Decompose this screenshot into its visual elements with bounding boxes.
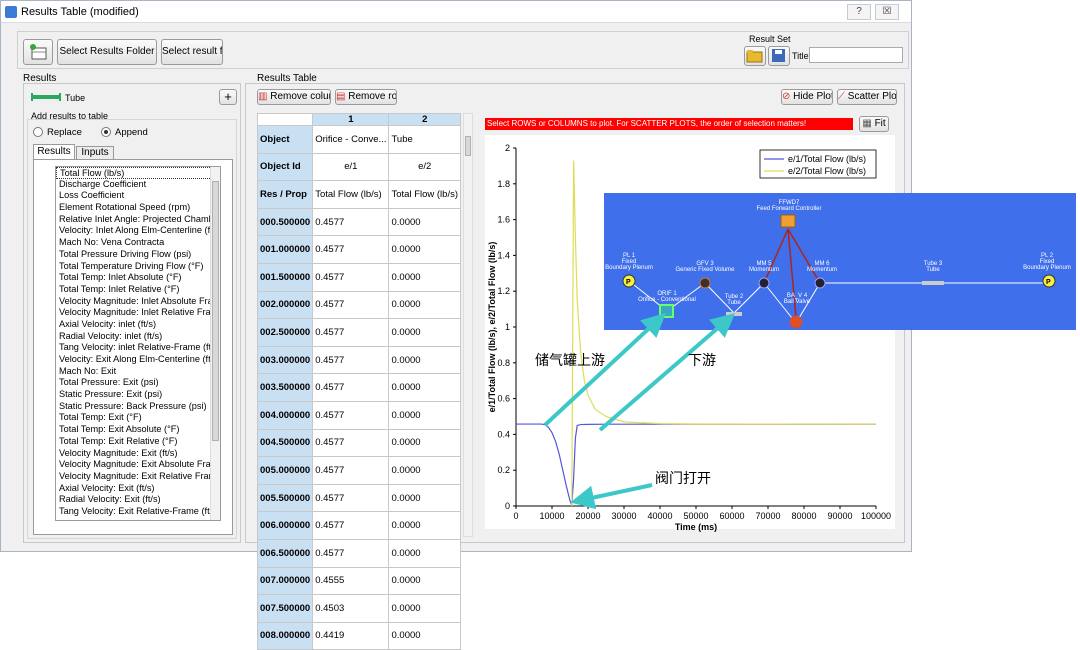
ball-valve-node[interactable] [789, 315, 803, 329]
y-tick-label: 0 [505, 501, 510, 511]
tube3-type: Tube [926, 267, 940, 273]
mm5-type: Momentum [748, 267, 779, 273]
orif-node[interactable] [659, 304, 674, 318]
ffwd-type: Feed Forward Controller [756, 206, 822, 212]
bv-type: Ball Valve [783, 299, 811, 305]
pl2-type: Boundary Plenum [1023, 265, 1071, 271]
annotation-downstream: 下游 [688, 353, 716, 369]
x-tick-label: 80000 [791, 511, 816, 521]
mm5-node[interactable] [758, 277, 770, 289]
pl1-p-glyph: P [626, 279, 631, 286]
model-diagram-overlay: P P FFWD7 Feed Forward Controller PL 1 Fix… [604, 193, 1076, 330]
orif-label: ORIF 1 Orifice - Conventional [632, 291, 702, 303]
x-tick-label: 100000 [861, 511, 891, 521]
y-axis-label: e/1/Total Flow (lb/s), e/2/Total Flow (l… [487, 242, 497, 413]
series-line-1 [516, 423, 876, 506]
annotation-valve-open: 阀门打开 [655, 471, 711, 487]
ball-valve-label: BA_V 4 Ball Valve [774, 293, 820, 305]
tube2-node[interactable] [726, 312, 742, 316]
table-cell[interactable]: 0.0000 [388, 566, 461, 596]
y-tick-label: 1.8 [497, 179, 510, 189]
y-tick-label: 0.8 [497, 358, 510, 368]
gfv-label: GFV 3 Generic Fixed Volume [670, 261, 740, 273]
x-tick-label: 70000 [755, 511, 780, 521]
tube2-type: Tube [727, 300, 741, 306]
x-tick-label: 40000 [647, 511, 672, 521]
table-cell[interactable]: 0.0000 [388, 594, 461, 623]
x-tick-label: 0 [513, 511, 518, 521]
table-row[interactable]: 007.500000 0.4503 0.0000 [256, 594, 461, 623]
table-cell[interactable]: 0.0000 [388, 621, 461, 650]
y-tick-label: 0.2 [497, 465, 510, 475]
y-tick-label: 1.6 [497, 215, 510, 225]
y-tick-label: 1.4 [497, 250, 510, 260]
control-link [763, 228, 789, 284]
x-tick-label: 30000 [611, 511, 636, 521]
pl2-label: PL 2 Fixed Boundary Plenum [1019, 253, 1075, 271]
annotation-upstream: 储气罐上游 [535, 353, 605, 369]
orif-type: Orifice - Conventional [638, 297, 696, 303]
table-row[interactable]: 008.000000 0.4419 0.0000 [256, 621, 461, 650]
table-cell[interactable]: 0.4555 [312, 566, 390, 596]
x-axis-label: Time (ms) [675, 522, 717, 532]
y-tick-label: 1.2 [497, 286, 510, 296]
x-tick-label: 10000 [539, 511, 564, 521]
table-cell[interactable]: 0.4503 [312, 594, 390, 623]
pl2-p-glyph: P [1046, 279, 1051, 286]
mm5-label: MM 5 Momentum [739, 261, 789, 273]
table-cell[interactable]: 0.4419 [312, 621, 390, 650]
row-header[interactable]: 007.500000 [256, 594, 314, 623]
tube3-label: Tube 3 Tube [908, 261, 958, 273]
pl1-label: PL 1 Fixed Boundary Plenum [599, 253, 659, 271]
x-tick-label: 90000 [827, 511, 852, 521]
y-tick-label: 0.6 [497, 394, 510, 404]
tube3-node[interactable] [922, 281, 944, 285]
y-tick-label: 2 [505, 143, 510, 153]
x-tick-label: 50000 [683, 511, 708, 521]
legend-label-1: e/1/Total Flow (lb/s) [788, 154, 866, 164]
tube2-label: Tube 2 Tube [714, 294, 754, 306]
legend-label-2: e/2/Total Flow (lb/s) [788, 166, 866, 176]
row-header[interactable]: 007.000000 [256, 566, 314, 596]
gfv-node[interactable] [699, 277, 711, 289]
x-tick-label: 60000 [719, 511, 744, 521]
mm6-node[interactable] [814, 277, 826, 289]
x-tick-label: 20000 [575, 511, 600, 521]
y-tick-label: 0.4 [497, 429, 510, 439]
y-tick-label: 1 [505, 322, 510, 332]
pl1-type: Boundary Plenum [605, 265, 653, 271]
mm6-label: MM 6 Momentum [797, 261, 847, 273]
table-row[interactable]: 007.000000 0.4555 0.0000 [256, 566, 461, 596]
mm6-type: Momentum [806, 267, 837, 273]
row-header[interactable]: 008.000000 [256, 621, 314, 650]
ffwd-node[interactable] [780, 214, 796, 228]
gfv-type: Generic Fixed Volume [675, 267, 735, 273]
ffwd-label: FFWD7 Feed Forward Controller [744, 200, 834, 212]
